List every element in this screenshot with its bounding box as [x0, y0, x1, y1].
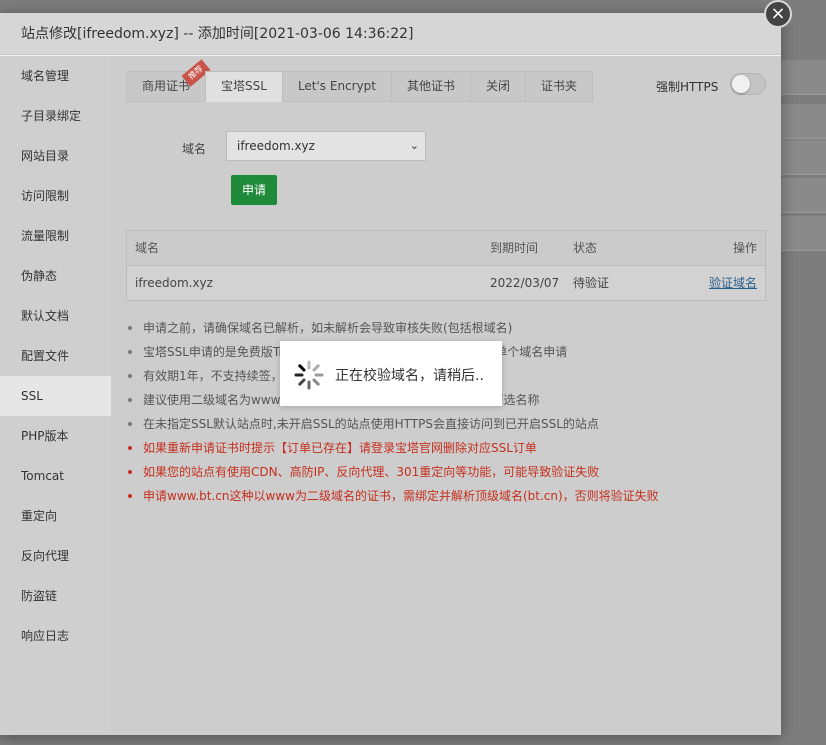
cert-table: 域名 到期时间 状态 操作 ifreedom.xyz 2022/03/07 待验…: [126, 230, 766, 301]
sidebar-item-tomcat[interactable]: Tomcat: [0, 456, 111, 496]
sidebar-item-php-version[interactable]: PHP版本: [0, 416, 111, 456]
table-row: ifreedom.xyz 2022/03/07 待验证 验证域名: [127, 266, 765, 300]
sidebar-item-ssl[interactable]: SSL: [0, 376, 111, 416]
cell-expiry: 2022/03/07: [490, 276, 560, 290]
ssl-tabs: 商用证书 推荐 宝塔SSL Let's Encrypt 其他证书 关闭 证书夹: [126, 59, 594, 102]
sidebar-item-config-file[interactable]: 配置文件: [0, 336, 111, 376]
tab-commercial-cert[interactable]: 商用证书 推荐: [126, 59, 211, 102]
note-item: 在未指定SSL默认站点时,未开启SSL的站点使用HTTPS会直接访问到已开启SS…: [126, 412, 766, 436]
toggle-knob: [732, 75, 750, 93]
sidebar-item-access-limit[interactable]: 访问限制: [0, 176, 111, 216]
sidebar-item-subdirectory-binding[interactable]: 子目录绑定: [0, 96, 111, 136]
domain-label: 域名: [182, 142, 207, 156]
apply-button[interactable]: 申请: [231, 175, 277, 205]
sidebar-item-site-directory[interactable]: 网站目录: [0, 136, 111, 176]
background-row: [780, 60, 826, 95]
background-row: [780, 140, 826, 175]
header-action: 操作: [732, 241, 757, 255]
loading-spinner-icon: [294, 360, 324, 390]
domain-select-value: ifreedom.xyz: [237, 139, 315, 153]
sidebar-item-traffic-limit[interactable]: 流量限制: [0, 216, 111, 256]
cell-status: 待验证: [573, 276, 610, 290]
background-row: [780, 178, 826, 213]
loading-dialog: 正在校验域名，请稍后..: [280, 341, 502, 406]
tab-baota-ssl[interactable]: 宝塔SSL: [205, 71, 282, 102]
tab-lets-encrypt[interactable]: Let's Encrypt: [281, 71, 392, 102]
header-domain: 域名: [135, 241, 160, 255]
tab-label: 商用证书: [142, 79, 191, 93]
tab-close[interactable]: 关闭: [470, 71, 526, 102]
verify-domain-link[interactable]: 验证域名: [709, 266, 757, 300]
force-https-toggle[interactable]: [730, 73, 766, 95]
sidebar-item-response-log[interactable]: 响应日志: [0, 616, 111, 656]
sidebar-item-hotlink-protection[interactable]: 防盗链: [0, 576, 111, 616]
close-modal-button[interactable]: ×: [764, 0, 792, 28]
sidebar-item-default-doc[interactable]: 默认文档: [0, 296, 111, 336]
background-row: [780, 216, 826, 251]
header-expiry: 到期时间: [490, 241, 539, 255]
note-text: 建议使用二级域名为www: [143, 393, 281, 407]
table-header: 域名 到期时间 状态 操作: [127, 231, 765, 266]
sidebar-item-reverse-proxy[interactable]: 反向代理: [0, 536, 111, 576]
sidebar-item-rewrite[interactable]: 伪静态: [0, 256, 111, 296]
background-row: [780, 104, 826, 139]
warning-item: 如果重新申请证书时提示【订单已存在】请登录宝塔官网删除对应SSL订单: [126, 436, 766, 460]
warning-item: 如果您的站点有使用CDN、高防IP、反向代理、301重定向等功能，可能导致验证失…: [126, 460, 766, 484]
sidebar-item-redirect[interactable]: 重定向: [0, 496, 111, 536]
sidebar-item-domain-management[interactable]: 域名管理: [0, 56, 111, 96]
note-item: 申请之前，请确保域名已解析，如未解析会导致审核失败(包括根域名): [126, 316, 766, 340]
force-https-label: 强制HTTPS: [656, 80, 719, 94]
chevron-down-icon: ⌄: [409, 139, 419, 152]
tab-cert-folder[interactable]: 证书夹: [525, 71, 594, 102]
settings-sidebar: 域名管理 子目录绑定 网站目录 访问限制 流量限制 伪静态 默认文档 配置文件 …: [0, 56, 111, 735]
loading-text: 正在校验域名，请稍后..: [335, 368, 484, 384]
tab-other-cert[interactable]: 其他证书: [391, 71, 471, 102]
modal-title: 站点修改[ifreedom.xyz] -- 添加时间[2021-03-06 14…: [0, 13, 781, 55]
domain-select[interactable]: ifreedom.xyz ⌄: [226, 131, 426, 161]
warning-item: 申请www.bt.cn这种以www为二级域名的证书，需绑定并解析顶级域名(bt.…: [126, 484, 766, 508]
cell-domain: ifreedom.xyz: [135, 276, 213, 290]
header-status: 状态: [573, 241, 598, 255]
